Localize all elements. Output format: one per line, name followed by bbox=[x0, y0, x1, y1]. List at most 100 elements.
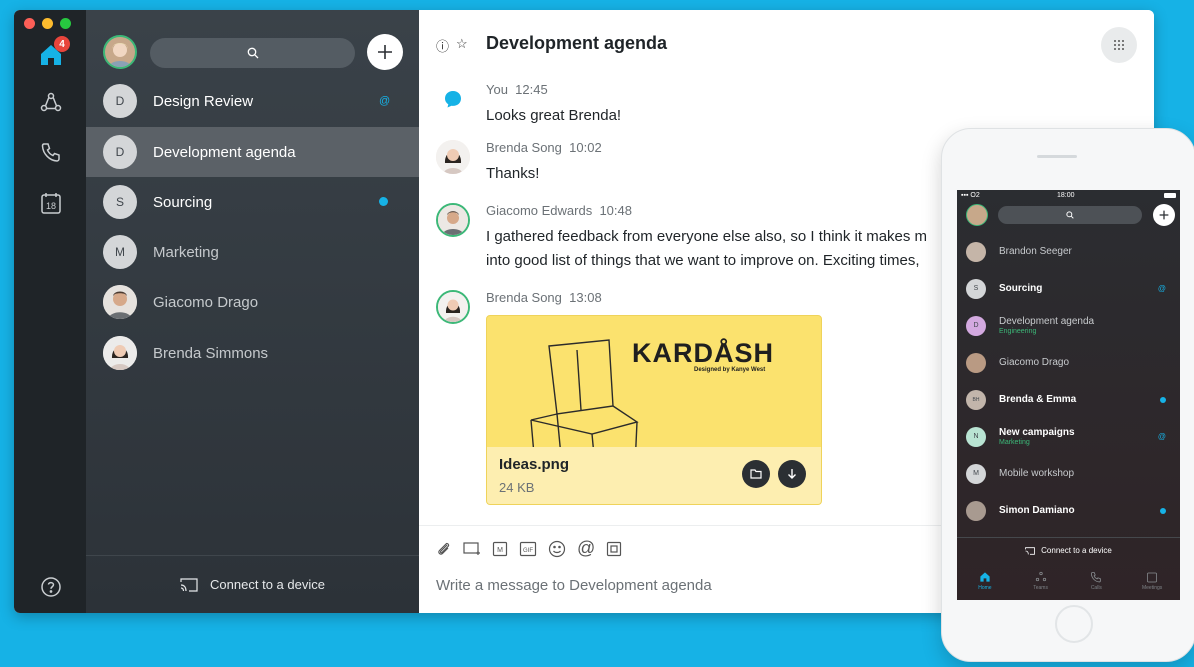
phone-screen: ▪▪▪ O2 18:00 Brandon Seeger S Sourcing @… bbox=[957, 190, 1180, 600]
plus-icon bbox=[1159, 210, 1169, 220]
battery-icon bbox=[1164, 193, 1176, 198]
list-item[interactable]: Giacomo Drago bbox=[957, 344, 1180, 381]
conversation-name: Sourcing bbox=[999, 283, 1043, 294]
conversation-item[interactable]: M Marketing bbox=[86, 227, 419, 277]
conversation-name: Giacomo Drago bbox=[999, 357, 1070, 368]
message-meta: Brenda Song 10:02 bbox=[486, 140, 602, 155]
star-icon[interactable]: ☆ bbox=[456, 36, 468, 52]
calendar-icon bbox=[1147, 572, 1157, 583]
tab-label: Home bbox=[978, 585, 992, 591]
teams-button[interactable] bbox=[36, 88, 66, 118]
file-attachment[interactable]: KARDÅSH Designed by Kanye West Ideas.png… bbox=[486, 315, 822, 505]
connect-device-label: Connect to a device bbox=[210, 577, 325, 592]
avatar bbox=[436, 290, 470, 324]
phone-home-button bbox=[1055, 605, 1093, 643]
window-controls bbox=[24, 18, 71, 29]
search-field[interactable] bbox=[150, 38, 355, 68]
conversation-item-selected[interactable]: D Development agenda bbox=[86, 127, 419, 177]
phone-tab-bar: Home Teams Calls Meetings bbox=[957, 562, 1180, 600]
attach-icon[interactable] bbox=[436, 541, 452, 557]
help-button[interactable] bbox=[36, 572, 66, 602]
conversation-team: Engineering bbox=[999, 328, 1037, 335]
search-field[interactable] bbox=[998, 206, 1142, 224]
mention-icon[interactable]: @ bbox=[577, 538, 595, 559]
list-item[interactable]: Brandon Seeger bbox=[957, 233, 1180, 270]
search-icon bbox=[247, 47, 258, 59]
cast-icon bbox=[180, 577, 198, 592]
conversation-name: Brenda & Emma bbox=[999, 394, 1077, 405]
new-conversation-button[interactable] bbox=[1153, 204, 1175, 226]
phone-icon bbox=[41, 143, 60, 162]
open-folder-button[interactable] bbox=[742, 460, 770, 488]
file-name: Ideas.png bbox=[499, 456, 570, 473]
avatar: D bbox=[103, 135, 137, 169]
home-icon bbox=[980, 572, 990, 582]
connect-device-button[interactable]: Connect to a device bbox=[957, 537, 1180, 563]
brand-text: KARDÅSH bbox=[632, 338, 774, 368]
tab-teams[interactable]: Teams bbox=[1016, 562, 1066, 600]
calendar-icon: 18 bbox=[41, 193, 61, 214]
tab-calls[interactable]: Calls bbox=[1071, 562, 1121, 600]
my-avatar[interactable] bbox=[103, 35, 137, 69]
avatar bbox=[436, 203, 470, 237]
new-conversation-button[interactable] bbox=[367, 34, 403, 70]
tab-home[interactable]: Home bbox=[960, 562, 1010, 600]
list-item[interactable]: M Mobile workshop bbox=[957, 455, 1180, 492]
message-input[interactable]: Write a message to Development agenda bbox=[436, 577, 712, 594]
nav-rail: 4 18 bbox=[14, 10, 86, 613]
avatar: BH bbox=[966, 389, 986, 410]
teams-icon bbox=[1035, 571, 1046, 582]
conversation-item[interactable]: D Design Review @ bbox=[86, 76, 419, 126]
my-avatar[interactable] bbox=[966, 204, 988, 226]
info-icon[interactable]: ⓘ bbox=[436, 36, 449, 55]
gif-icon[interactable]: GIF bbox=[519, 541, 537, 557]
whiteboard-icon[interactable] bbox=[606, 541, 622, 557]
download-icon bbox=[788, 469, 796, 479]
conversation-list-panel: D Design Review @ D Development agenda S… bbox=[86, 10, 419, 613]
conversation-team: Marketing bbox=[999, 439, 1030, 446]
composer-toolbar: M GIF @ bbox=[436, 538, 622, 559]
zoom-window-button[interactable] bbox=[60, 18, 71, 29]
connect-device-button[interactable]: Connect to a device bbox=[86, 555, 419, 613]
calls-button[interactable] bbox=[36, 137, 66, 167]
file-size: 24 KB bbox=[499, 480, 535, 495]
avatar: M bbox=[966, 463, 986, 484]
conversation-item[interactable]: Giacomo Drago bbox=[86, 277, 419, 327]
conversation-item[interactable]: Brenda Simmons bbox=[86, 328, 419, 378]
list-item[interactable]: Simon Damiano bbox=[957, 492, 1180, 529]
message-text: Thanks! bbox=[486, 165, 540, 182]
help-icon bbox=[41, 577, 61, 597]
grid-icon bbox=[1114, 40, 1124, 50]
teams-icon bbox=[40, 92, 62, 112]
markdown-icon[interactable]: M bbox=[492, 541, 508, 557]
conversation-name: New campaigns bbox=[999, 427, 1075, 438]
list-item[interactable]: S Sourcing @ bbox=[957, 270, 1180, 307]
phone-mockup: ▪▪▪ O2 18:00 Brandon Seeger S Sourcing @… bbox=[941, 128, 1194, 662]
download-button[interactable] bbox=[778, 460, 806, 488]
meetings-button[interactable]: 18 bbox=[36, 188, 66, 218]
conversation-name: Simon Damiano bbox=[999, 505, 1075, 516]
close-window-button[interactable] bbox=[24, 18, 35, 29]
tab-label: Teams bbox=[1033, 585, 1048, 591]
mention-icon: @ bbox=[1157, 284, 1166, 293]
emoji-icon[interactable] bbox=[548, 540, 566, 558]
folder-icon bbox=[750, 469, 762, 479]
calendar-day: 18 bbox=[46, 201, 56, 211]
apps-button[interactable] bbox=[1101, 27, 1137, 63]
list-item[interactable]: D Development agenda Engineering bbox=[957, 307, 1180, 344]
clock: 18:00 bbox=[1057, 192, 1075, 199]
conversation-name: Development agenda bbox=[999, 316, 1095, 327]
share-screen-icon[interactable] bbox=[463, 541, 481, 557]
unread-dot bbox=[1160, 507, 1166, 514]
minimize-window-button[interactable] bbox=[42, 18, 53, 29]
avatar: S bbox=[103, 185, 137, 219]
conversation-item[interactable]: S Sourcing bbox=[86, 177, 419, 227]
list-item[interactable]: BH Brenda & Emma bbox=[957, 381, 1180, 418]
list-item[interactable]: N New campaigns Marketing @ bbox=[957, 418, 1180, 455]
avatar: S bbox=[966, 278, 986, 299]
avatar bbox=[966, 241, 986, 262]
tab-meetings[interactable]: Meetings bbox=[1127, 562, 1177, 600]
signal-carrier: ▪▪▪ O2 bbox=[961, 192, 980, 199]
conversation-name: Brandon Seeger bbox=[999, 246, 1072, 257]
unread-dot bbox=[1160, 396, 1166, 403]
